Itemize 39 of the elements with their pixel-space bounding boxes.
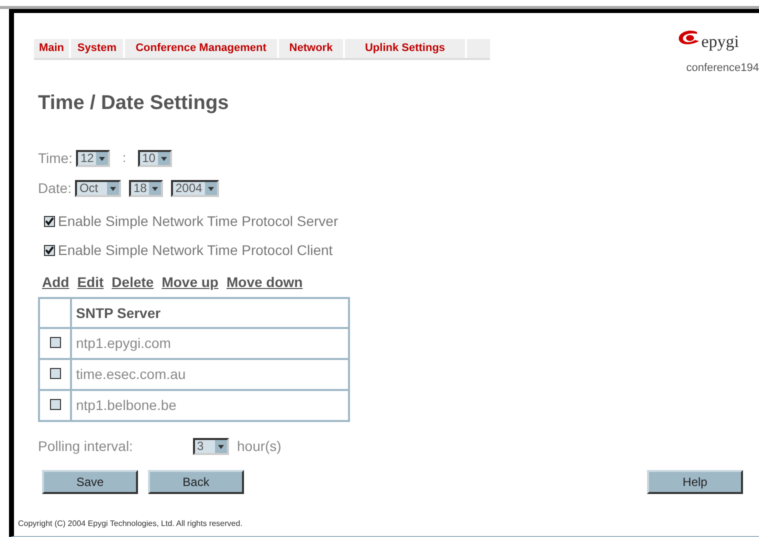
polling-label: Polling interval: [38,436,134,456]
action-link[interactable]: Add [42,272,70,293]
nav-tab[interactable]: Main [34,39,71,58]
checkbox[interactable] [50,336,60,348]
hour-select[interactable]: 12 [76,150,110,166]
logo-text: epygi [701,33,739,50]
day-select[interactable]: 18 [129,180,164,196]
checkbox[interactable] [44,216,55,227]
action-link[interactable]: Edit [77,272,104,293]
action-link[interactable]: Move down [226,272,303,293]
date-label: Date: [38,178,72,198]
nav-tab[interactable]: Network [279,39,345,58]
month-select[interactable]: Oct [75,180,122,196]
polling-unit: hour(s) [237,436,282,456]
year-select[interactable]: 2004 [171,180,220,196]
action-button[interactable]: Save [42,470,138,494]
table-cell: time.esec.com.au [71,359,349,390]
nav-tab[interactable]: Conference Management [125,39,279,58]
time-label: Time: [38,148,72,168]
checkbox[interactable] [50,368,60,378]
device-name: conference194 [686,61,759,76]
action-link[interactable]: Move up [162,272,218,293]
nav-tab[interactable]: System [71,39,125,58]
time-separator: : [122,149,126,168]
nav-tab[interactable]: Uplink Settings [345,39,467,58]
copyright-text: Copyright (C) 2004 Epygi Technologies, Ltd. All rights reserved. [18,519,242,528]
minute-select[interactable]: 10 [138,150,172,166]
column-header: SNTP Server [71,298,349,328]
checkbox[interactable] [44,245,55,256]
action-link[interactable]: Delete [112,272,154,293]
option-label: Enable Simple Network Time Protocol Server [58,212,338,231]
page-title: Time / Date Settings [38,91,230,116]
checkbox[interactable] [50,398,60,410]
polling-select[interactable]: 3 [193,438,229,454]
table-cell: ntp1.epygi.com [71,328,349,359]
table-cell: ntp1.belbone.be [71,390,349,421]
option-label: Enable Simple Network Time Protocol Client [58,241,333,260]
action-button[interactable]: Back [148,470,244,494]
help-button[interactable]: Help [647,470,743,494]
